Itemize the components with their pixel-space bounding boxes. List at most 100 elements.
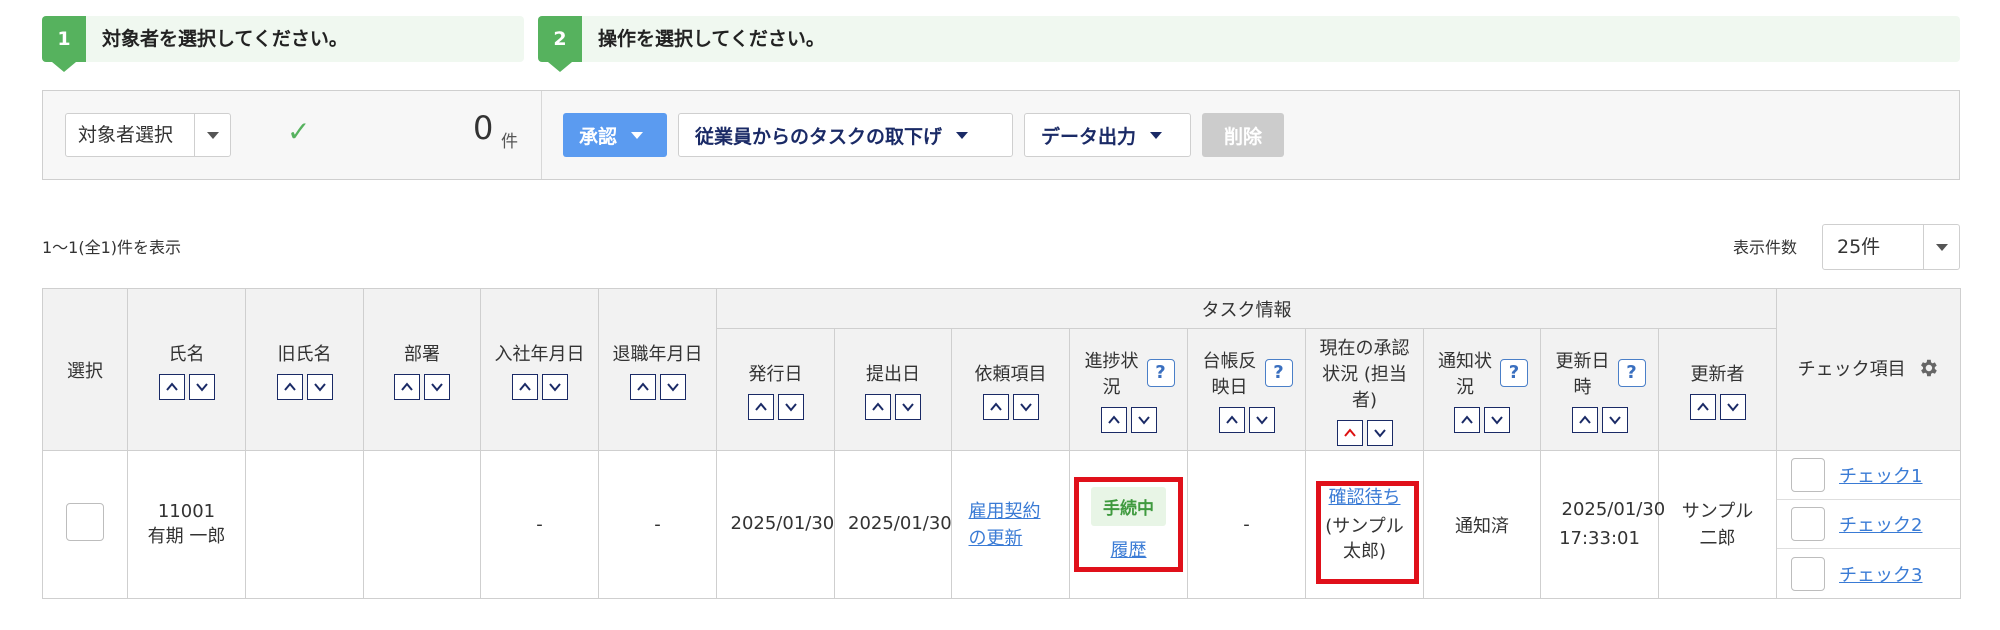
withdraw-task-button[interactable]: 従業員からのタスクの取下げ	[678, 113, 1013, 157]
check-item-link[interactable]: チェック3	[1839, 561, 1922, 587]
selected-count: 0	[473, 109, 494, 147]
step-1-badge: 1	[42, 16, 86, 72]
updated-at-cell: 2025/01/30 17:33:01	[1540, 450, 1666, 599]
col-issue-date: 発行日	[716, 328, 835, 451]
per-page-label: 表示件数	[1733, 238, 1798, 257]
per-page-select[interactable]: 25件	[1822, 224, 1960, 270]
chevron-down-icon[interactable]	[1923, 225, 1959, 269]
history-link[interactable]: 履歴	[1111, 536, 1147, 562]
sort-asc-icon[interactable]	[1100, 406, 1127, 433]
sort-asc-icon[interactable]	[1218, 406, 1245, 433]
delete-button[interactable]: 削除	[1202, 113, 1284, 157]
col-hire-date: 入社年月日	[480, 288, 599, 451]
progress-badge: 手続中	[1091, 487, 1166, 526]
approval-status-cell: 確認待ち (サンプル太郎)	[1305, 450, 1424, 599]
sort-desc-icon[interactable]	[424, 373, 450, 400]
sort-desc-icon[interactable]	[306, 373, 333, 400]
col-retire-date: 退職年月日	[598, 288, 717, 451]
chevron-down-icon	[1150, 131, 1163, 139]
sort-asc-icon[interactable]	[865, 393, 891, 420]
sort-desc-icon[interactable]	[1130, 406, 1157, 433]
sort-desc-icon[interactable]	[1601, 406, 1628, 433]
help-icon[interactable]: ?	[1500, 358, 1528, 387]
check-item-checkbox[interactable]	[1791, 458, 1826, 492]
task-table: 選択 氏名 旧氏名 部署 入社年月日 退職年月日 タスク情報 チェック項目 発行…	[42, 288, 1962, 599]
retire-date-cell: -	[598, 450, 717, 599]
gear-icon[interactable]	[1917, 357, 1939, 384]
notify-status-cell: 通知済	[1423, 450, 1541, 599]
sort-desc-icon[interactable]	[1366, 419, 1393, 446]
check-item: チェック3	[1777, 549, 1960, 598]
check-item-checkbox[interactable]	[1791, 507, 1826, 541]
check-item: チェック2	[1777, 500, 1961, 549]
sort-desc-icon[interactable]	[1248, 406, 1275, 433]
col-request-item: 依頼項目	[951, 328, 1070, 451]
sort-desc-icon[interactable]	[1719, 393, 1746, 420]
request-item-link[interactable]: 雇用契約の更新	[969, 498, 1053, 552]
step-1-text: 対象者を選択してください。	[102, 28, 348, 50]
approve-label: 承認	[579, 125, 618, 148]
sort-desc-icon[interactable]	[895, 393, 921, 420]
sort-asc-icon[interactable]	[511, 373, 538, 400]
col-submit-date: 提出日	[834, 328, 952, 451]
updated-date: 2025/01/30	[1561, 498, 1666, 520]
sort-asc-icon[interactable]	[1454, 406, 1480, 433]
sort-desc-icon[interactable]	[1484, 406, 1510, 433]
export-label: データ出力	[1041, 125, 1137, 148]
sort-desc-icon[interactable]	[659, 373, 686, 400]
updater-cell: サンプル二郎	[1657, 450, 1778, 599]
step-2-bar: 2 操作を選択してください。	[538, 16, 1960, 72]
sort-asc-icon[interactable]	[1571, 406, 1598, 433]
sort-desc-icon[interactable]	[1012, 393, 1039, 420]
check-item: チェック1	[1777, 451, 1961, 500]
old-name-cell	[245, 450, 364, 599]
chevron-down-icon[interactable]	[194, 114, 230, 156]
step-1-bar: 1 対象者を選択してください。	[42, 16, 524, 72]
help-icon[interactable]: ?	[1264, 358, 1293, 387]
col-updated-at: 更新日時?	[1540, 328, 1659, 451]
export-data-button[interactable]: データ出力	[1024, 113, 1191, 157]
delete-label: 削除	[1223, 125, 1262, 148]
sort-desc-icon[interactable]	[188, 373, 215, 400]
help-icon[interactable]: ?	[1617, 358, 1646, 387]
sort-asc-icon[interactable]	[747, 393, 774, 420]
col-notify-status: 通知状況?	[1423, 328, 1541, 451]
sort-asc-icon[interactable]	[158, 373, 185, 400]
col-progress: 進捗状況?	[1069, 328, 1188, 451]
withdraw-label: 従業員からのタスクの取下げ	[695, 125, 943, 148]
sort-asc-icon[interactable]	[394, 373, 420, 400]
sort-desc-icon[interactable]	[541, 373, 568, 400]
sort-desc-icon[interactable]	[777, 393, 804, 420]
progress-cell: 手続中 履歴	[1069, 450, 1188, 599]
employee-name: 有期 一郎	[147, 526, 226, 547]
sort-asc-icon[interactable]	[1336, 419, 1363, 446]
department-cell	[363, 450, 481, 599]
sort-asc-icon[interactable]	[982, 393, 1009, 420]
col-old-name: 旧氏名	[245, 288, 364, 451]
chevron-down-icon	[956, 131, 969, 139]
sort-asc-icon[interactable]	[276, 373, 303, 400]
step-2-badge: 2	[538, 16, 582, 72]
approval-person: (サンプル太郎)	[1325, 515, 1404, 563]
employee-id: 11001	[157, 501, 216, 522]
sort-asc-icon[interactable]	[1689, 393, 1716, 420]
check-item-link[interactable]: チェック2	[1839, 511, 1922, 537]
check-item-link[interactable]: チェック1	[1839, 462, 1922, 488]
help-icon[interactable]: ?	[1146, 358, 1175, 387]
approve-button[interactable]: 承認	[563, 113, 667, 157]
check-item-checkbox[interactable]	[1791, 556, 1826, 591]
hire-date-cell: -	[480, 450, 599, 599]
col-check-items: チェック項目	[1776, 288, 1962, 451]
row-select-cell	[42, 450, 128, 599]
table-row: 11001 有期 一郎 - - 2025/01/30 2025/01/30 雇用…	[42, 450, 1962, 599]
sort-asc-icon[interactable]	[629, 373, 656, 400]
checkmark-icon: ✓	[287, 115, 311, 148]
row-select-checkbox[interactable]	[66, 503, 104, 541]
step-2-text: 操作を選択してください。	[598, 28, 825, 50]
chevron-down-icon	[631, 131, 644, 139]
awaiting-confirmation-link[interactable]: 確認待ち	[1329, 485, 1401, 510]
group-header-task-info: タスク情報	[715, 288, 1778, 329]
sort-controls	[158, 373, 215, 400]
target-select-dropdown[interactable]: 対象者選択	[65, 113, 231, 157]
selected-count-unit: 件	[501, 132, 518, 152]
